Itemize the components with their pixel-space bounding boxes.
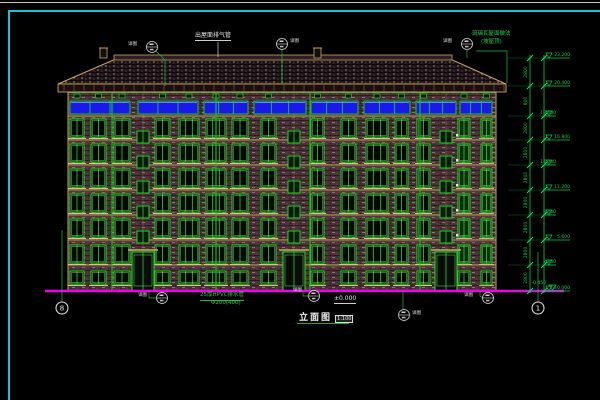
window — [179, 169, 199, 187]
elevation-label: 20.400 — [554, 80, 570, 86]
roof-vent — [100, 48, 107, 58]
blue-window — [254, 101, 306, 114]
callout-label: 详图 — [290, 37, 299, 44]
attic-vent — [421, 94, 427, 98]
window — [366, 219, 388, 237]
axis-number-left: 8 — [60, 305, 64, 313]
drawing-title-block: 立面图 1:100 — [299, 310, 353, 323]
attic-vent — [186, 94, 192, 98]
elevation-label: 11.200 — [554, 184, 570, 190]
callout-sheet-mark — [486, 300, 490, 302]
cad-canvas: 2800 23.200 800 20.400 2800 19.600 2800 16.800 2… — [0, 0, 600, 400]
attic-vent — [346, 94, 352, 98]
elevation-drawing: 2800 23.200 800 20.400 2800 19.600 2800 16.800 2… — [0, 0, 600, 400]
callout-number-mark — [312, 293, 316, 295]
drawing-title: 立面图 — [299, 310, 332, 323]
attic-vent — [160, 94, 166, 98]
window — [179, 219, 199, 237]
blue-window — [460, 101, 492, 114]
window — [366, 119, 388, 137]
blue-window — [416, 101, 456, 114]
callout-sheet-mark — [312, 298, 316, 300]
blue-window — [364, 101, 410, 114]
attic-vent — [237, 94, 243, 98]
window — [366, 245, 388, 263]
attic-vent — [374, 94, 380, 98]
attic-vent — [119, 94, 125, 98]
axis-number-right: 1 — [536, 305, 540, 313]
attic-vent — [399, 94, 405, 98]
dim-value: 2800 — [523, 122, 529, 134]
window — [179, 245, 199, 263]
callout-sheet-mark — [150, 49, 154, 51]
building-group — [45, 48, 564, 291]
elevation-label: 8.400 — [543, 209, 556, 215]
window — [366, 271, 388, 284]
dim-value: 2800 — [523, 272, 529, 284]
elevation-label: 5.600 — [557, 234, 570, 240]
eave-band — [58, 84, 506, 92]
callout-label: 详图 — [293, 286, 302, 293]
window — [366, 169, 388, 187]
attic-vent — [484, 94, 490, 98]
dim-value: 2800 — [523, 172, 529, 184]
dim-value: 2800 — [523, 222, 529, 234]
window — [179, 119, 199, 137]
callout-number-mark — [402, 312, 406, 314]
attic-vent — [461, 94, 467, 98]
window — [179, 144, 199, 162]
facade-white-mark — [456, 134, 459, 137]
elevation-label: 23.200 — [554, 52, 570, 58]
callout-number-mark — [486, 295, 490, 297]
callout-label: 详图 — [443, 37, 452, 44]
callout-number-mark — [465, 41, 469, 43]
callout-sheet-mark — [280, 46, 284, 48]
callout-label: 详图 — [138, 291, 147, 298]
facade-white-mark — [456, 184, 459, 187]
window — [179, 194, 199, 212]
callout-number-mark — [280, 41, 284, 43]
blue-window — [70, 101, 130, 114]
blue-window — [204, 101, 248, 114]
blue-window — [311, 101, 358, 114]
elevation-label: ±0.000 — [553, 285, 570, 291]
blue-window — [138, 101, 198, 114]
facade-white-mark — [456, 234, 459, 237]
elevation-label: 14.000 — [540, 159, 556, 165]
dim-value: 2800 — [523, 197, 529, 209]
drawing-scale: 1:100 — [335, 315, 353, 323]
roof-vent — [314, 48, 321, 58]
elevation-label: 19.600 — [540, 110, 556, 116]
dim-value: 800 — [523, 97, 529, 106]
callout-sheet-mark — [465, 46, 469, 48]
ground-end-elevation: -0.450 — [531, 280, 546, 286]
dim-value: 2800 — [523, 247, 529, 259]
callout-label: 详图 — [464, 291, 473, 298]
attic-vent — [96, 94, 102, 98]
callout-number-mark — [150, 44, 154, 46]
elevation-label: 2.800 — [543, 259, 556, 265]
attic-vent — [266, 94, 272, 98]
facade-white-mark — [456, 209, 459, 212]
dimension-chain-group: 2800 23.200 800 20.400 2800 19.600 2800 16.800 2… — [508, 52, 570, 294]
window — [366, 194, 388, 212]
window — [366, 144, 388, 162]
elevation-label: 16.800 — [554, 134, 570, 140]
title-underline — [297, 323, 349, 324]
callout-label: 详图 — [412, 309, 421, 316]
callout-label: 详图 — [128, 40, 137, 47]
dim-value: 2800 — [523, 147, 529, 159]
dim-value: 2800 — [523, 66, 529, 78]
attic-vent — [315, 94, 321, 98]
facade-white-mark — [456, 159, 459, 162]
callout-sheet-mark — [402, 317, 406, 319]
callout-number-mark — [160, 295, 164, 297]
window — [179, 271, 199, 284]
callout-sheet-mark — [160, 300, 164, 302]
attic-vent — [74, 94, 80, 98]
